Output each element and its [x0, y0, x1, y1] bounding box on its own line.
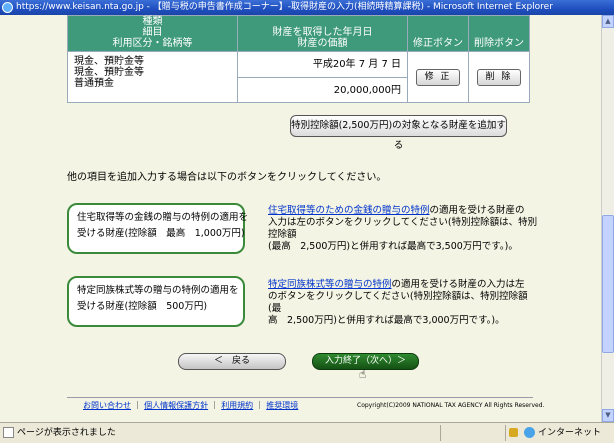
header-category-type: 種類	[142, 16, 163, 27]
row-amount: 20,000,000円	[238, 77, 407, 102]
row-edit-cell: 修 正	[407, 51, 469, 103]
page-icon	[3, 427, 14, 438]
housing-desc-line3: (最高 2,500万円)と併用すれば最高で3,500万円です。)。	[268, 241, 518, 252]
window-title: https://www.keisan.nta.go.jp - 【贈与税の申告書作…	[16, 2, 553, 12]
row-category-detail: 現金、預貯金等	[74, 67, 144, 78]
housing-desc-line2: 入力は左のボタンをクリックしてください(特別控除額は、特別控除額	[268, 217, 538, 240]
header-category: 種類 細目 利用区分・銘柄等	[67, 15, 238, 52]
back-button[interactable]: ＜ 戻る	[178, 353, 286, 370]
delete-button[interactable]: 削 除	[477, 68, 521, 86]
add-special-deduction-asset-button[interactable]: 特別控除額(2,500万円)の対象となる財産を追加する	[290, 115, 507, 151]
family-button-line2: 受ける財産(控除額 500万円)	[77, 301, 208, 312]
header-value: 財産を取得した年月日 財産の価額	[237, 15, 408, 52]
contact-link[interactable]: お問い合わせ	[83, 401, 131, 410]
family-button-line1: 特定同族株式等の贈与の特例の適用を	[77, 285, 239, 296]
footer-links: お問い合わせ ｜ 個人情報保護方針 ｜ 利用規約 ｜ 推奨環境	[83, 400, 298, 411]
footer-separator: ｜	[133, 401, 142, 410]
scroll-down-icon[interactable]: ▼	[602, 409, 614, 422]
housing-special-button[interactable]: 住宅取得等の金銭の贈与の特例の適用を 受ける財産(控除額 最高 1,000万円)	[67, 203, 249, 254]
family-stock-special-link[interactable]: 特定同族株式等の贈与の特例	[268, 279, 392, 290]
scroll-up-icon[interactable]: ▲	[602, 15, 614, 28]
header-edit: 修正ボタン	[407, 15, 469, 52]
header-category-detail: 細目	[142, 27, 163, 38]
footer-divider	[67, 397, 533, 398]
internet-zone-icon	[524, 427, 535, 438]
header-date: 財産を取得した年月日	[272, 27, 373, 38]
intro-text: 他の項目を追加入力する場合は以下のボタンをクリックしてください。	[67, 172, 387, 183]
page-content: 種類 細目 利用区分・銘柄等 財産を取得した年月日 財産の価額 修正ボタン 削除…	[0, 15, 601, 422]
status-divider	[505, 425, 506, 441]
copyright: Copyright(C)2009 NATIONAL TAX AGENCY All…	[357, 402, 545, 409]
status-text: ページが表示されました	[17, 428, 116, 438]
header-amount: 財産の価額	[297, 38, 348, 49]
table-row: 現金、預貯金等 現金、預貯金等 普通預金 平成20年 7 月 7 日 20,00…	[67, 51, 530, 103]
row-category-usage: 普通預金	[74, 78, 114, 89]
header-category-usage: 利用区分・銘柄等	[112, 38, 193, 49]
housing-button-line2: 受ける財産(控除額 最高 1,000万円)	[77, 228, 245, 239]
recommended-environment-link[interactable]: 推奨環境	[266, 401, 298, 410]
edit-button[interactable]: 修 正	[416, 68, 460, 86]
hand-cursor-icon: ☝	[359, 367, 367, 381]
status-bar: ページが表示されました インターネット	[0, 422, 614, 443]
family-desc-line3: 高 2,500万円)と併用すれば最高で3,000万円です。)。	[268, 315, 505, 326]
vertical-scrollbar[interactable]: ▲ ▼	[601, 15, 614, 422]
terms-link[interactable]: 利用規約	[221, 401, 253, 410]
privacy-policy-link[interactable]: 個人情報保護方針	[144, 401, 208, 410]
ie-icon	[2, 2, 13, 13]
family-desc-line2: のボタンをクリックしてください(特別控除額は、特別控除額(最	[268, 291, 528, 314]
family-description: 特定同族株式等の贈与の特例の適用を受ける財産の入力は左 のボタンをクリックしてく…	[268, 279, 540, 327]
lock-icon	[509, 428, 518, 437]
footer-separator: ｜	[210, 401, 219, 410]
row-category-type: 現金、預貯金等	[74, 56, 144, 67]
scroll-thumb[interactable]	[602, 215, 614, 353]
status-divider	[440, 425, 441, 441]
row-category: 現金、預貯金等 現金、預貯金等 普通預金	[67, 51, 238, 103]
family-desc-line1: の適用を受ける財産の入力は左	[391, 279, 525, 290]
housing-desc-line1: の適用を受ける財産の	[429, 205, 525, 216]
row-delete-cell: 削 除	[468, 51, 530, 103]
header-delete: 削除ボタン	[468, 15, 530, 52]
housing-description: 住宅取得等のための金銭の贈与の特例の適用を受ける財産の 入力は左のボタンをクリッ…	[268, 205, 540, 253]
window-titlebar: https://www.keisan.nta.go.jp - 【贈与税の申告書作…	[0, 0, 614, 15]
row-date: 平成20年 7 月 7 日	[312, 59, 401, 70]
housing-button-line1: 住宅取得等の金銭の贈与の特例の適用を	[77, 212, 249, 223]
asset-table: 種類 細目 利用区分・銘柄等 財産を取得した年月日 財産の価額 修正ボタン 削除…	[67, 15, 530, 103]
housing-special-link[interactable]: 住宅取得等のための金銭の贈与の特例	[268, 205, 430, 216]
security-zone-label: インターネット	[538, 428, 602, 438]
family-stock-special-button[interactable]: 特定同族株式等の贈与の特例の適用を 受ける財産(控除額 500万円)	[67, 276, 245, 327]
row-value: 平成20年 7 月 7 日 20,000,000円	[237, 51, 408, 103]
footer-separator: ｜	[255, 401, 264, 410]
